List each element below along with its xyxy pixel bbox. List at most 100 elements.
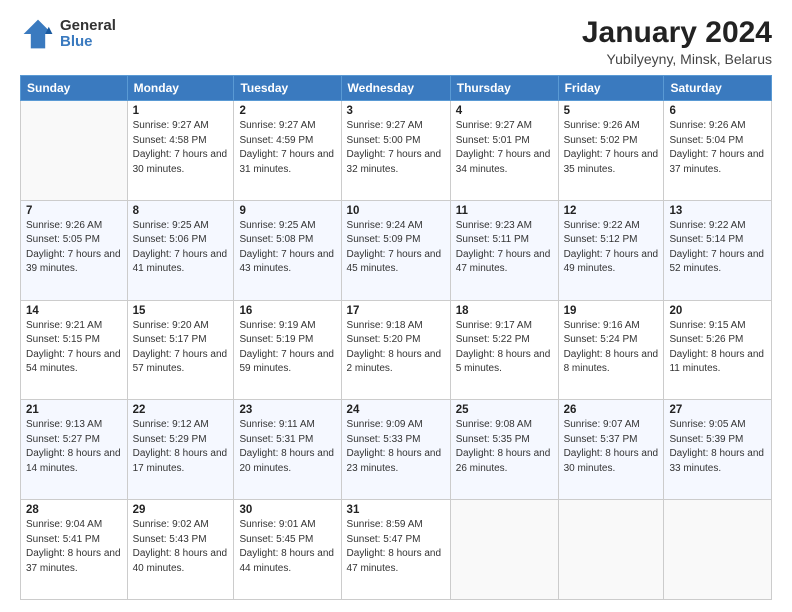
- sunrise-text: Sunrise: 9:27 AM: [456, 120, 532, 131]
- day-number: 28: [26, 504, 122, 516]
- table-row: 15 Sunrise: 9:20 AM Sunset: 5:17 PM Dayl…: [127, 300, 234, 400]
- sunrise-text: Sunrise: 9:26 AM: [564, 120, 640, 131]
- sunset-text: Sunset: 5:31 PM: [239, 434, 313, 445]
- sunrise-text: Sunrise: 9:09 AM: [347, 419, 423, 430]
- table-row: [558, 500, 664, 600]
- daylight-text: Daylight: 8 hours and 17 minutes.: [133, 448, 228, 474]
- day-detail: Sunrise: 9:15 AM Sunset: 5:26 PM Dayligh…: [669, 319, 766, 377]
- sunset-text: Sunset: 5:14 PM: [669, 234, 743, 245]
- sunset-text: Sunset: 5:39 PM: [669, 434, 743, 445]
- sunset-text: Sunset: 5:00 PM: [347, 135, 421, 146]
- daylight-text: Daylight: 7 hours and 52 minutes.: [669, 249, 764, 275]
- day-number: 27: [669, 404, 766, 416]
- day-detail: Sunrise: 9:09 AM Sunset: 5:33 PM Dayligh…: [347, 418, 445, 476]
- sunset-text: Sunset: 5:45 PM: [239, 534, 313, 545]
- day-detail: Sunrise: 9:02 AM Sunset: 5:43 PM Dayligh…: [133, 518, 229, 576]
- logo: General Blue: [20, 16, 116, 52]
- daylight-text: Daylight: 8 hours and 30 minutes.: [564, 448, 659, 474]
- daylight-text: Daylight: 8 hours and 20 minutes.: [239, 448, 334, 474]
- sunrise-text: Sunrise: 9:08 AM: [456, 419, 532, 430]
- table-row: 5 Sunrise: 9:26 AM Sunset: 5:02 PM Dayli…: [558, 101, 664, 201]
- daylight-text: Daylight: 8 hours and 40 minutes.: [133, 548, 228, 574]
- day-detail: Sunrise: 9:13 AM Sunset: 5:27 PM Dayligh…: [26, 418, 122, 476]
- table-row: 24 Sunrise: 9:09 AM Sunset: 5:33 PM Dayl…: [341, 400, 450, 500]
- day-detail: Sunrise: 9:25 AM Sunset: 5:06 PM Dayligh…: [133, 219, 229, 277]
- day-number: 4: [456, 105, 553, 117]
- day-detail: Sunrise: 9:18 AM Sunset: 5:20 PM Dayligh…: [347, 319, 445, 377]
- day-number: 11: [456, 205, 553, 217]
- sunset-text: Sunset: 5:19 PM: [239, 334, 313, 345]
- sunset-text: Sunset: 4:58 PM: [133, 135, 207, 146]
- daylight-text: Daylight: 8 hours and 47 minutes.: [347, 548, 442, 574]
- day-detail: Sunrise: 9:07 AM Sunset: 5:37 PM Dayligh…: [564, 418, 659, 476]
- logo-icon: [20, 16, 56, 52]
- sunset-text: Sunset: 4:59 PM: [239, 135, 313, 146]
- table-row: 25 Sunrise: 9:08 AM Sunset: 5:35 PM Dayl…: [450, 400, 558, 500]
- sunset-text: Sunset: 5:27 PM: [26, 434, 100, 445]
- sunrise-text: Sunrise: 9:15 AM: [669, 320, 745, 331]
- weekday-header-row: Sunday Monday Tuesday Wednesday Thursday…: [21, 76, 772, 101]
- daylight-text: Daylight: 7 hours and 45 minutes.: [347, 249, 442, 275]
- day-number: 26: [564, 404, 659, 416]
- logo-blue-text: Blue: [60, 34, 116, 51]
- day-number: 9: [239, 205, 335, 217]
- sunrise-text: Sunrise: 9:25 AM: [133, 220, 209, 231]
- day-number: 14: [26, 305, 122, 317]
- daylight-text: Daylight: 7 hours and 35 minutes.: [564, 149, 659, 175]
- day-number: 17: [347, 305, 445, 317]
- day-detail: Sunrise: 9:22 AM Sunset: 5:14 PM Dayligh…: [669, 219, 766, 277]
- sunrise-text: Sunrise: 9:22 AM: [669, 220, 745, 231]
- day-detail: Sunrise: 9:26 AM Sunset: 5:05 PM Dayligh…: [26, 219, 122, 277]
- table-row: 12 Sunrise: 9:22 AM Sunset: 5:12 PM Dayl…: [558, 200, 664, 300]
- day-detail: Sunrise: 9:12 AM Sunset: 5:29 PM Dayligh…: [133, 418, 229, 476]
- sunrise-text: Sunrise: 9:22 AM: [564, 220, 640, 231]
- day-detail: Sunrise: 9:23 AM Sunset: 5:11 PM Dayligh…: [456, 219, 553, 277]
- table-row: [664, 500, 772, 600]
- subtitle: Yubilyeyny, Minsk, Belarus: [582, 51, 772, 67]
- header-tuesday: Tuesday: [234, 76, 341, 101]
- day-number: 15: [133, 305, 229, 317]
- table-row: 28 Sunrise: 9:04 AM Sunset: 5:41 PM Dayl…: [21, 500, 128, 600]
- sunrise-text: Sunrise: 9:27 AM: [239, 120, 315, 131]
- day-detail: Sunrise: 9:24 AM Sunset: 5:09 PM Dayligh…: [347, 219, 445, 277]
- day-detail: Sunrise: 9:25 AM Sunset: 5:08 PM Dayligh…: [239, 219, 335, 277]
- sunset-text: Sunset: 5:33 PM: [347, 434, 421, 445]
- sunrise-text: Sunrise: 9:27 AM: [133, 120, 209, 131]
- week-row-0: 1 Sunrise: 9:27 AM Sunset: 4:58 PM Dayli…: [21, 101, 772, 201]
- sunset-text: Sunset: 5:09 PM: [347, 234, 421, 245]
- day-number: 8: [133, 205, 229, 217]
- table-row: 26 Sunrise: 9:07 AM Sunset: 5:37 PM Dayl…: [558, 400, 664, 500]
- table-row: 19 Sunrise: 9:16 AM Sunset: 5:24 PM Dayl…: [558, 300, 664, 400]
- daylight-text: Daylight: 8 hours and 2 minutes.: [347, 349, 442, 375]
- sunrise-text: Sunrise: 9:25 AM: [239, 220, 315, 231]
- table-row: 8 Sunrise: 9:25 AM Sunset: 5:06 PM Dayli…: [127, 200, 234, 300]
- day-detail: Sunrise: 9:17 AM Sunset: 5:22 PM Dayligh…: [456, 319, 553, 377]
- day-number: 18: [456, 305, 553, 317]
- sunset-text: Sunset: 5:04 PM: [669, 135, 743, 146]
- daylight-text: Daylight: 7 hours and 30 minutes.: [133, 149, 228, 175]
- day-number: 5: [564, 105, 659, 117]
- sunset-text: Sunset: 5:24 PM: [564, 334, 638, 345]
- sunset-text: Sunset: 5:41 PM: [26, 534, 100, 545]
- day-detail: Sunrise: 9:21 AM Sunset: 5:15 PM Dayligh…: [26, 319, 122, 377]
- day-number: 6: [669, 105, 766, 117]
- sunset-text: Sunset: 5:02 PM: [564, 135, 638, 146]
- table-row: 31 Sunrise: 8:59 AM Sunset: 5:47 PM Dayl…: [341, 500, 450, 600]
- daylight-text: Daylight: 8 hours and 5 minutes.: [456, 349, 551, 375]
- sunrise-text: Sunrise: 9:16 AM: [564, 320, 640, 331]
- day-number: 24: [347, 404, 445, 416]
- daylight-text: Daylight: 8 hours and 23 minutes.: [347, 448, 442, 474]
- table-row: 16 Sunrise: 9:19 AM Sunset: 5:19 PM Dayl…: [234, 300, 341, 400]
- sunrise-text: Sunrise: 9:12 AM: [133, 419, 209, 430]
- table-row: 20 Sunrise: 9:15 AM Sunset: 5:26 PM Dayl…: [664, 300, 772, 400]
- sunset-text: Sunset: 5:43 PM: [133, 534, 207, 545]
- sunrise-text: Sunrise: 9:05 AM: [669, 419, 745, 430]
- sunset-text: Sunset: 5:47 PM: [347, 534, 421, 545]
- table-row: 14 Sunrise: 9:21 AM Sunset: 5:15 PM Dayl…: [21, 300, 128, 400]
- day-number: 10: [347, 205, 445, 217]
- week-row-1: 7 Sunrise: 9:26 AM Sunset: 5:05 PM Dayli…: [21, 200, 772, 300]
- daylight-text: Daylight: 7 hours and 47 minutes.: [456, 249, 551, 275]
- day-number: 31: [347, 504, 445, 516]
- daylight-text: Daylight: 8 hours and 11 minutes.: [669, 349, 764, 375]
- table-row: 9 Sunrise: 9:25 AM Sunset: 5:08 PM Dayli…: [234, 200, 341, 300]
